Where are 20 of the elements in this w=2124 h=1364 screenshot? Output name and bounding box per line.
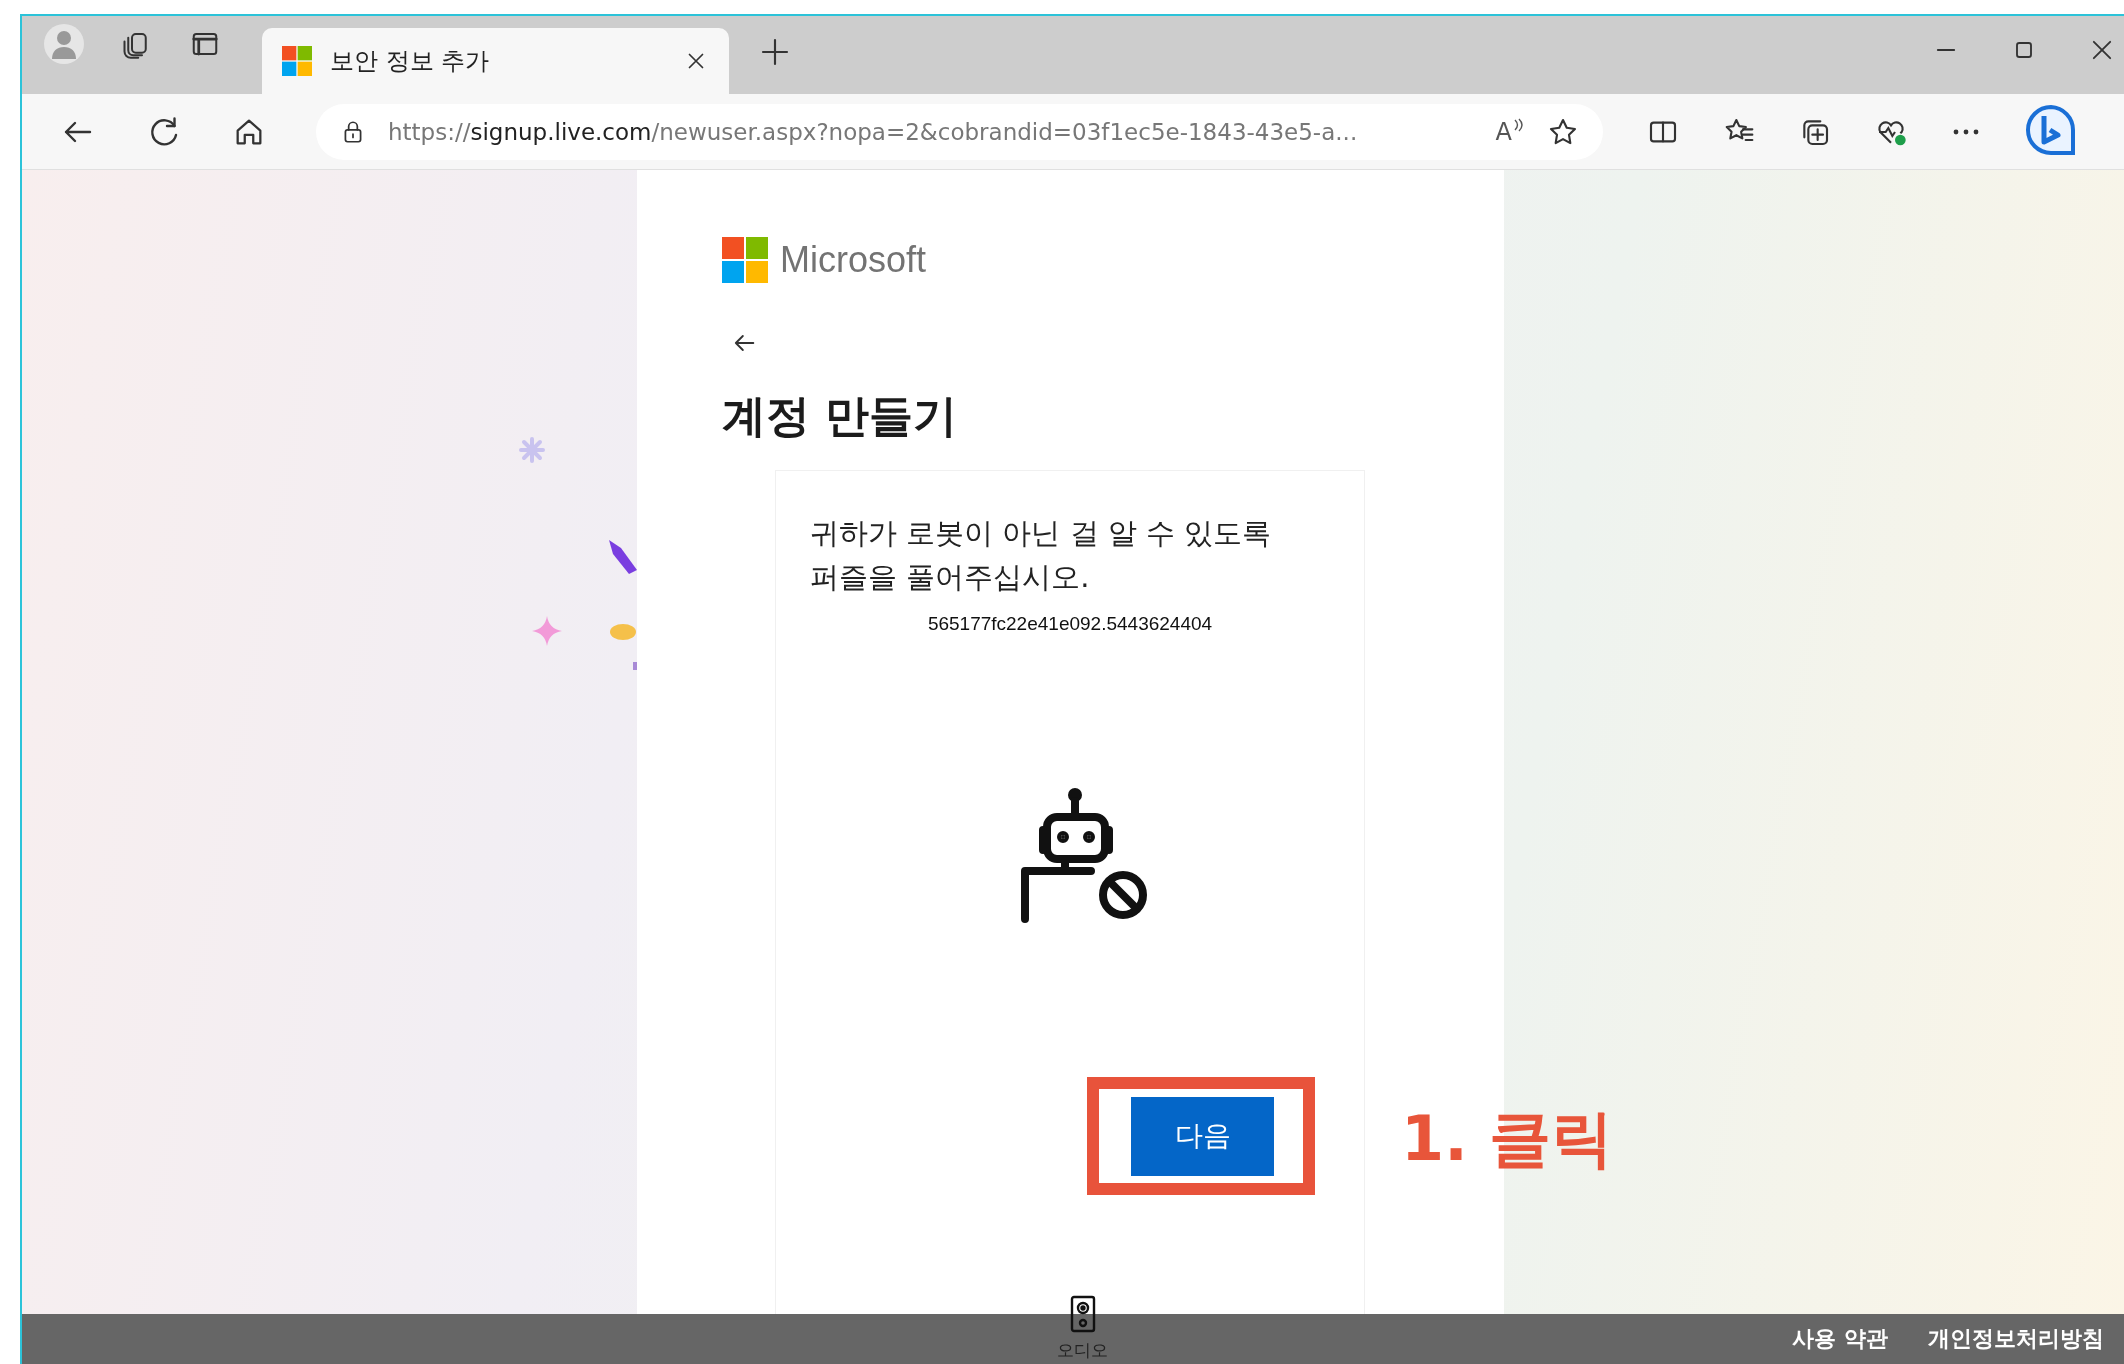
address-bar[interactable]: https://signup.live.com/newuser.aspx?nopa=2&cobrandid=03f1ec5e-1843-43e5-a... A xyxy=(316,103,1603,160)
more-icon[interactable] xyxy=(1951,127,1981,136)
footer-link[interactable]: 사용 약관 xyxy=(1792,1324,1888,1354)
sound-waves-icon xyxy=(1513,117,1525,132)
next-button[interactable]: 다음 xyxy=(1131,1096,1274,1176)
annotation-label: 1. 클릭 xyxy=(1401,1101,1614,1177)
tab-title: 보안 정보 추가 xyxy=(330,46,491,77)
brand-name: Microsoft xyxy=(780,239,927,281)
browser-tab[interactable]: 보안 정보 추가 xyxy=(262,28,729,94)
read-aloud-button[interactable]: A xyxy=(1495,117,1512,146)
microsoft-logo-icon xyxy=(282,46,312,76)
new-tab-icon[interactable] xyxy=(759,36,791,68)
session-code: 565177fc22e41e092.5443624404 xyxy=(926,613,1214,635)
microsoft-logo-icon xyxy=(722,237,768,283)
speaker-icon[interactable] xyxy=(1069,1295,1096,1333)
instruction-text: 귀하가 로봇이 아닌 걸 알 수 있도록 퍼즐을 풀어주십시오. xyxy=(810,515,1273,596)
sparkle-icon xyxy=(532,616,562,646)
sparkle-icon xyxy=(517,435,547,465)
page-heading: 계정 만들기 xyxy=(722,389,959,443)
footer-link[interactable]: 개인정보처리방침 xyxy=(1928,1324,2104,1354)
